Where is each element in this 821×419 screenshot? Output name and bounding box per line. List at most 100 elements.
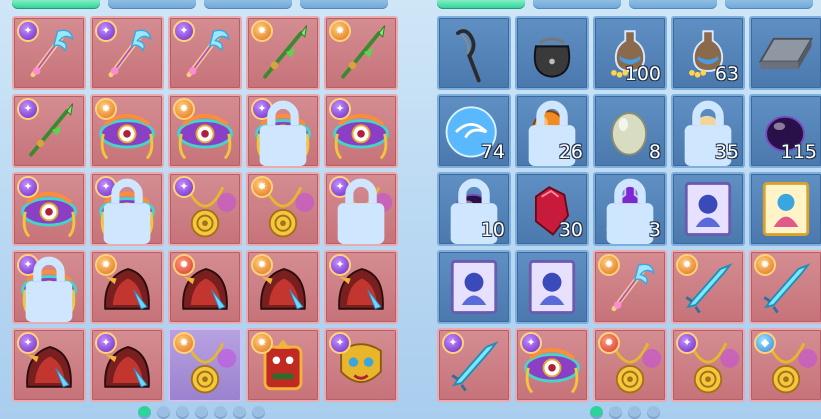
- rarity-badge-icon: ✸: [676, 254, 698, 276]
- slingshot-icon: [456, 29, 481, 83]
- left-inventory-slot[interactable]: ✦: [12, 16, 86, 90]
- left-inventory-slot[interactable]: ✦: [12, 172, 86, 246]
- item-quantity: 30: [558, 219, 583, 241]
- rarity-badge-icon: ✸: [173, 332, 195, 354]
- left-inventory-slot[interactable]: ✦: [324, 328, 398, 402]
- right-inventory-slot[interactable]: 74: [437, 94, 511, 168]
- right-inventory-slot[interactable]: 3: [593, 172, 667, 246]
- page-dot[interactable]: [214, 406, 227, 419]
- right-inventory-slot[interactable]: ✸: [671, 250, 745, 324]
- left-inventory-slot[interactable]: ✦: [90, 16, 164, 90]
- rarity-badge-icon: ✹: [598, 332, 620, 354]
- left-tab-1[interactable]: [12, 0, 100, 9]
- right-tab-2[interactable]: [533, 0, 621, 9]
- right-inventory-slot[interactable]: [749, 16, 821, 90]
- rarity-badge-icon: ✸: [251, 20, 273, 42]
- right-inventory-slot[interactable]: [671, 172, 745, 246]
- left-tab-4[interactable]: [300, 0, 388, 9]
- right-inventory-slot[interactable]: 115: [749, 94, 821, 168]
- left-inventory-slot[interactable]: ✸: [246, 16, 320, 90]
- left-tab-3[interactable]: [204, 0, 292, 9]
- right-inventory-slot[interactable]: [515, 250, 589, 324]
- left-inventory-slot[interactable]: ✦: [12, 250, 86, 324]
- left-inventory-slot[interactable]: ✦: [168, 172, 242, 246]
- item-quantity: 115: [780, 141, 817, 163]
- page-dot[interactable]: [138, 406, 151, 419]
- left-inventory-slot[interactable]: ✦: [246, 94, 320, 168]
- right-inventory-slot[interactable]: ✦: [515, 328, 589, 402]
- left-inventory-slot[interactable]: ✦: [324, 250, 398, 324]
- rarity-badge-icon: ✦: [329, 254, 351, 276]
- right-inventory-slot[interactable]: ✸: [593, 250, 667, 324]
- rarity-badge-icon: ✦: [173, 20, 195, 42]
- right-inventory-slot[interactable]: 8: [593, 94, 667, 168]
- left-inventory-slot[interactable]: ✸: [324, 16, 398, 90]
- page-dot[interactable]: [590, 406, 603, 419]
- right-inventory-slot[interactable]: ✹: [593, 328, 667, 402]
- left-inventory-slot[interactable]: ✸: [246, 328, 320, 402]
- left-inventory-slot[interactable]: ✦: [90, 328, 164, 402]
- rarity-badge-icon: ✦: [17, 176, 39, 198]
- right-inventory-slot[interactable]: ✦: [437, 328, 511, 402]
- left-inventory-slot[interactable]: ✸: [90, 94, 164, 168]
- right-tab-4[interactable]: [725, 0, 813, 9]
- page-dot[interactable]: [176, 406, 189, 419]
- right-inventory-slot[interactable]: ✦: [671, 328, 745, 402]
- right-inventory-slot[interactable]: [437, 16, 511, 90]
- left-inventory-slot[interactable]: ✦: [168, 16, 242, 90]
- rarity-badge-icon: ◆: [754, 332, 776, 354]
- rarity-badge-icon: ✸: [173, 98, 195, 120]
- left-inventory-slot[interactable]: ✹: [168, 250, 242, 324]
- right-inventory-slot[interactable]: ◆: [749, 328, 821, 402]
- right-inventory-slot[interactable]: 26: [515, 94, 589, 168]
- right-inventory-slot[interactable]: 63: [671, 16, 745, 90]
- rarity-badge-icon: ✸: [598, 254, 620, 276]
- right-inventory-slot[interactable]: [749, 172, 821, 246]
- item-quantity: 3: [648, 219, 661, 241]
- right-inventory-grid: 100 63 74 26 8 35 115 10 30 3 ✸ ✸ ✸ ✦ ✦ ✹ ✦ ◆: [437, 16, 821, 402]
- rarity-badge-icon: ✸: [251, 254, 273, 276]
- left-inventory-slot[interactable]: ✸: [246, 172, 320, 246]
- left-tab-2[interactable]: [108, 0, 196, 9]
- rarity-badge-icon: ✦: [95, 332, 117, 354]
- rarity-badge-icon: ✦: [173, 176, 195, 198]
- left-inventory-slot[interactable]: ✸: [168, 328, 242, 402]
- right-tab-1[interactable]: [437, 0, 525, 9]
- page-dot[interactable]: [195, 406, 208, 419]
- right-inventory-slot[interactable]: [437, 250, 511, 324]
- right-inventory-slot[interactable]: 30: [515, 172, 589, 246]
- rarity-badge-icon: ✸: [95, 254, 117, 276]
- card-frame-gold-icon: [762, 182, 810, 236]
- silver-bar-icon: [758, 37, 814, 70]
- right-inventory-slot[interactable]: [515, 16, 589, 90]
- rarity-badge-icon: ✦: [676, 332, 698, 354]
- page-dot[interactable]: [609, 406, 622, 419]
- page-dot[interactable]: [628, 406, 641, 419]
- right-inventory-slot[interactable]: 10: [437, 172, 511, 246]
- left-inventory-slot[interactable]: ✸: [168, 94, 242, 168]
- left-inventory-slot[interactable]: ✸: [246, 250, 320, 324]
- left-inventory-slot[interactable]: ✦: [324, 94, 398, 168]
- left-inventory-slot[interactable]: ✦: [324, 172, 398, 246]
- rarity-badge-icon: ✸: [251, 332, 273, 354]
- item-quantity: 8: [648, 141, 661, 163]
- right-inventory-slot[interactable]: 100: [593, 16, 667, 90]
- page-dot[interactable]: [157, 406, 170, 419]
- page-dot[interactable]: [233, 406, 246, 419]
- rarity-badge-icon: ✦: [17, 98, 39, 120]
- right-tab-3[interactable]: [629, 0, 717, 9]
- left-inventory-slot[interactable]: ✦: [12, 94, 86, 168]
- right-inventory-slot[interactable]: ✸: [749, 250, 821, 324]
- right-inventory-slot[interactable]: 35: [671, 94, 745, 168]
- left-inventory-slot[interactable]: ✸: [90, 250, 164, 324]
- rarity-badge-icon: ✹: [173, 254, 195, 276]
- page-dot[interactable]: [252, 406, 265, 419]
- rarity-badge-icon: ✦: [17, 332, 39, 354]
- page-dot[interactable]: [647, 406, 660, 419]
- item-quantity: 10: [480, 219, 505, 241]
- card-frame-icon: [684, 182, 732, 236]
- left-inventory-slot[interactable]: ✦: [90, 172, 164, 246]
- card-frame-icon: [450, 260, 498, 314]
- left-inventory-slot[interactable]: ✦: [12, 328, 86, 402]
- rarity-badge-icon: ✦: [442, 332, 464, 354]
